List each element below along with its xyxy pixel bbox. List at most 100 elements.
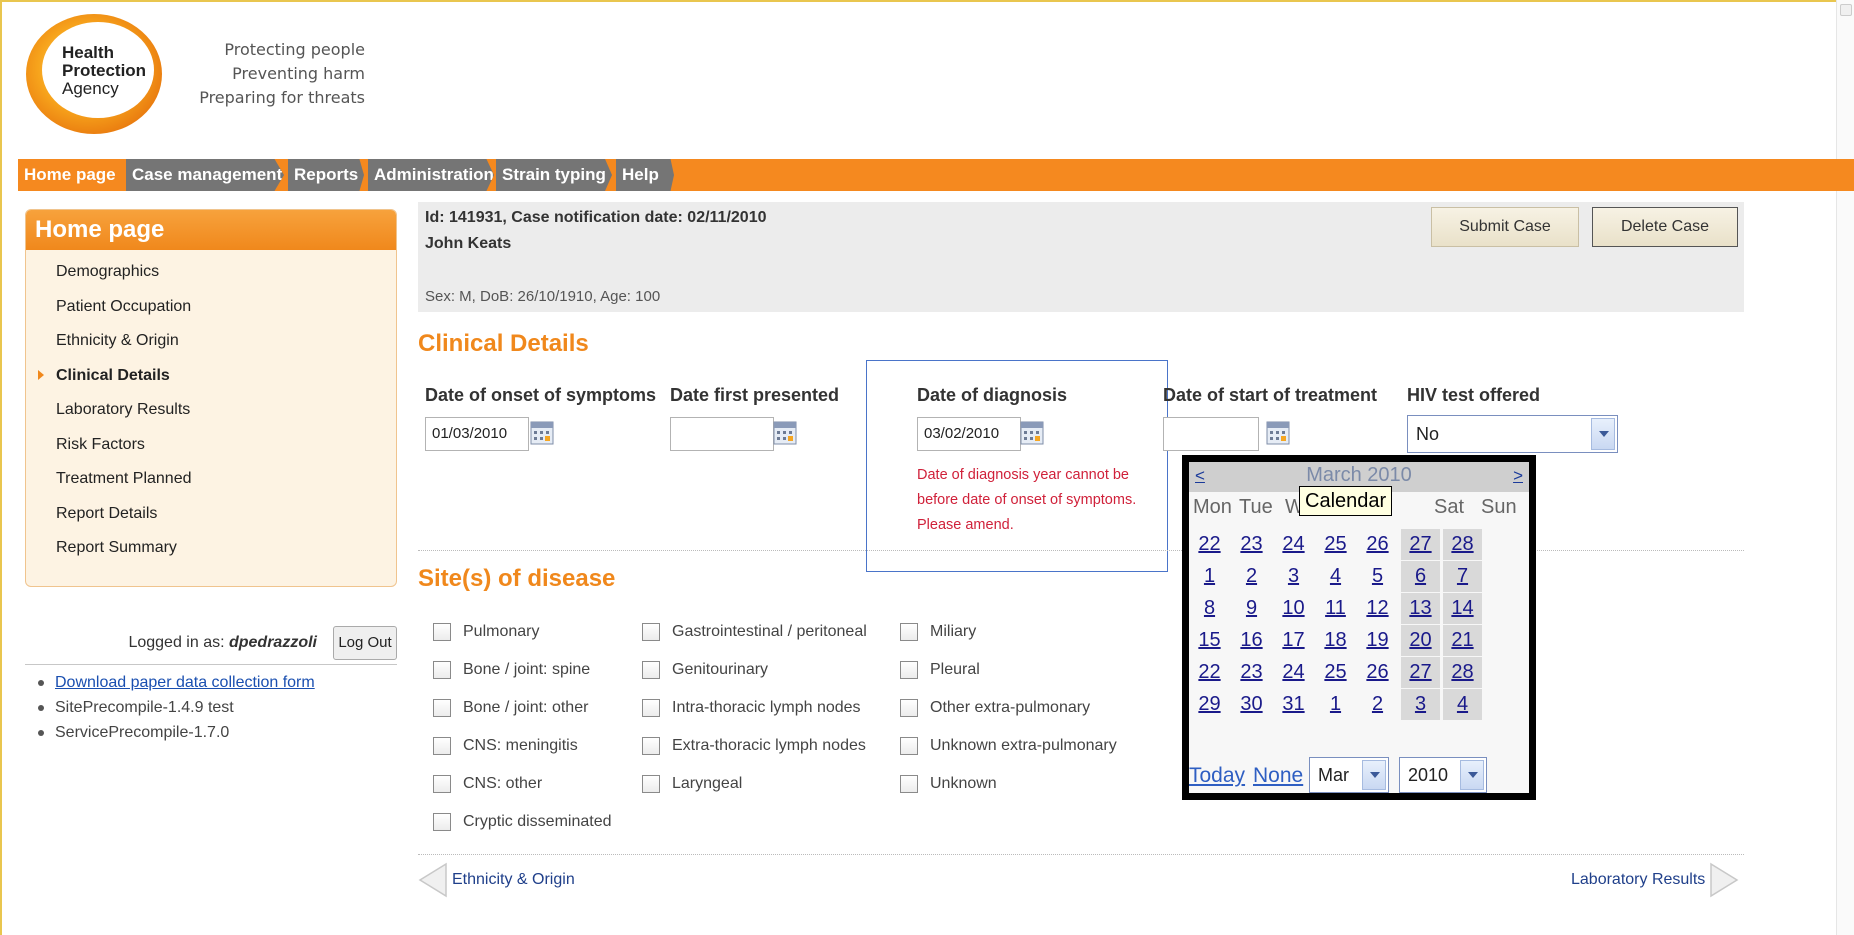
next-month-button[interactable]: > — [1513, 466, 1523, 486]
year-select[interactable]: 2010 — [1399, 757, 1487, 793]
calendar-day[interactable]: 27 — [1401, 529, 1440, 560]
sidebar-item-report-details[interactable]: Report Details — [26, 502, 396, 537]
calendar-day[interactable]: 26 — [1358, 529, 1397, 560]
chevron-down-icon[interactable] — [1362, 760, 1386, 790]
calendar-day[interactable]: 13 — [1401, 593, 1440, 624]
prev-page-link[interactable]: Ethnicity & Origin — [418, 862, 575, 898]
checkbox-genitourinary[interactable]: Genitourinary — [642, 661, 768, 679]
calendar-day[interactable]: 12 — [1358, 593, 1397, 624]
checkbox-box[interactable] — [900, 623, 918, 641]
today-button[interactable]: Today — [1189, 764, 1245, 788]
calendar-day[interactable]: 4 — [1443, 689, 1482, 720]
calendar-day[interactable]: 24 — [1274, 657, 1313, 688]
tab-home-page[interactable]: Home page — [18, 159, 122, 191]
calendar-day[interactable]: 3 — [1274, 561, 1313, 592]
calendar-day[interactable]: 10 — [1274, 593, 1313, 624]
treatment-date-input[interactable] — [1163, 417, 1259, 451]
checkbox-other-extra-pulmonary[interactable]: Other extra-pulmonary — [900, 699, 1090, 717]
tab-reports[interactable]: Reports — [288, 159, 364, 191]
checkbox-laryngeal[interactable]: Laryngeal — [642, 775, 742, 793]
submit-case-button[interactable]: Submit Case — [1431, 207, 1579, 247]
sidebar-item-risk-factors[interactable]: Risk Factors — [26, 433, 396, 468]
checkbox-box[interactable] — [900, 775, 918, 793]
checkbox-extra-thoracic[interactable]: Extra-thoracic lymph nodes — [642, 737, 866, 755]
checkbox-box[interactable] — [642, 775, 660, 793]
checkbox-box[interactable] — [642, 737, 660, 755]
onset-date-input[interactable]: 01/03/2010 — [425, 417, 529, 451]
delete-case-button[interactable]: Delete Case — [1592, 207, 1738, 247]
onset-calendar-icon[interactable] — [530, 421, 554, 445]
presented-calendar-icon[interactable] — [773, 421, 797, 445]
checkbox-box[interactable] — [433, 775, 451, 793]
sidebar-item-patient-occupation[interactable]: Patient Occupation — [26, 295, 396, 330]
chevron-down-icon[interactable] — [1460, 760, 1484, 790]
calendar-day[interactable]: 16 — [1232, 625, 1271, 656]
calendar-day[interactable]: 9 — [1232, 593, 1271, 624]
checkbox-box[interactable] — [642, 623, 660, 641]
scrollbar[interactable] — [1836, 0, 1854, 935]
checkbox-box[interactable] — [900, 737, 918, 755]
calendar-day[interactable]: 31 — [1274, 689, 1313, 720]
tab-case-management[interactable]: Case management — [126, 159, 284, 191]
hiv-test-select[interactable]: No — [1407, 415, 1618, 453]
calendar-day[interactable]: 17 — [1274, 625, 1313, 656]
sidebar-item-report-summary[interactable]: Report Summary — [26, 536, 396, 571]
checkbox-box[interactable] — [642, 661, 660, 679]
calendar-day[interactable]: 1 — [1316, 689, 1355, 720]
calendar-day[interactable]: 18 — [1316, 625, 1355, 656]
calendar-day[interactable]: 2 — [1232, 561, 1271, 592]
next-page-link[interactable]: Laboratory Results — [1571, 862, 1739, 898]
sidebar-item-clinical-details[interactable]: Clinical Details — [26, 364, 396, 399]
calendar-day[interactable]: 11 — [1316, 593, 1355, 624]
checkbox-box[interactable] — [433, 699, 451, 717]
calendar-day[interactable]: 22 — [1190, 657, 1229, 688]
calendar-day[interactable]: 27 — [1401, 657, 1440, 688]
calendar-day[interactable]: 28 — [1443, 657, 1482, 688]
tab-strain-typing[interactable]: Strain typing — [496, 159, 612, 191]
calendar-day[interactable]: 23 — [1232, 657, 1271, 688]
calendar-day[interactable]: 4 — [1316, 561, 1355, 592]
checkbox-cryptic-disseminated[interactable]: Cryptic disseminated — [433, 813, 612, 831]
checkbox-unknown-extra-pulmonary[interactable]: Unknown extra-pulmonary — [900, 737, 1117, 755]
scroll-up-button[interactable] — [1840, 4, 1852, 16]
calendar-day[interactable]: 3 — [1401, 689, 1440, 720]
checkbox-box[interactable] — [900, 661, 918, 679]
download-form-link[interactable]: Download paper data collection form — [36, 670, 315, 695]
checkbox-box[interactable] — [433, 813, 451, 831]
calendar-day[interactable]: 2 — [1358, 689, 1397, 720]
calendar-day[interactable]: 23 — [1232, 529, 1271, 560]
checkbox-cns-other[interactable]: CNS: other — [433, 775, 542, 793]
calendar-day[interactable]: 1 — [1190, 561, 1229, 592]
checkbox-box[interactable] — [642, 699, 660, 717]
calendar-day[interactable]: 19 — [1358, 625, 1397, 656]
calendar-day[interactable]: 8 — [1190, 593, 1229, 624]
treatment-calendar-icon[interactable] — [1266, 421, 1290, 445]
calendar-day[interactable]: 25 — [1316, 657, 1355, 688]
sidebar-item-laboratory-results[interactable]: Laboratory Results — [26, 398, 396, 433]
checkbox-box[interactable] — [433, 661, 451, 679]
checkbox-intra-thoracic[interactable]: Intra-thoracic lymph nodes — [642, 699, 861, 717]
calendar-day[interactable]: 6 — [1401, 561, 1440, 592]
chevron-down-icon[interactable] — [1591, 418, 1615, 450]
sidebar-item-demographics[interactable]: Demographics — [26, 260, 396, 295]
diagnosis-date-input[interactable]: 03/02/2010 — [917, 417, 1021, 451]
sidebar-item-ethnicity-origin[interactable]: Ethnicity & Origin — [26, 329, 396, 364]
calendar-day[interactable]: 5 — [1358, 561, 1397, 592]
checkbox-bone-joint-spine[interactable]: Bone / joint: spine — [433, 661, 590, 679]
tab-help[interactable]: Help — [616, 159, 674, 191]
calendar-day[interactable]: 21 — [1443, 625, 1482, 656]
calendar-day[interactable]: 24 — [1274, 529, 1313, 560]
checkbox-gastrointestinal[interactable]: Gastrointestinal / peritoneal — [642, 623, 867, 641]
calendar-day[interactable]: 28 — [1443, 529, 1482, 560]
calendar-day[interactable]: 22 — [1190, 529, 1229, 560]
checkbox-box[interactable] — [900, 699, 918, 717]
checkbox-pleural[interactable]: Pleural — [900, 661, 980, 679]
month-select[interactable]: Mar — [1309, 757, 1389, 793]
checkbox-miliary[interactable]: Miliary — [900, 623, 976, 641]
checkbox-cns-meningitis[interactable]: CNS: meningitis — [433, 737, 578, 755]
tab-administration[interactable]: Administration — [368, 159, 494, 191]
checkbox-bone-joint-other[interactable]: Bone / joint: other — [433, 699, 588, 717]
presented-date-input[interactable] — [670, 417, 774, 451]
sidebar-item-treatment-planned[interactable]: Treatment Planned — [26, 467, 396, 502]
logout-button[interactable]: Log Out — [333, 626, 397, 660]
